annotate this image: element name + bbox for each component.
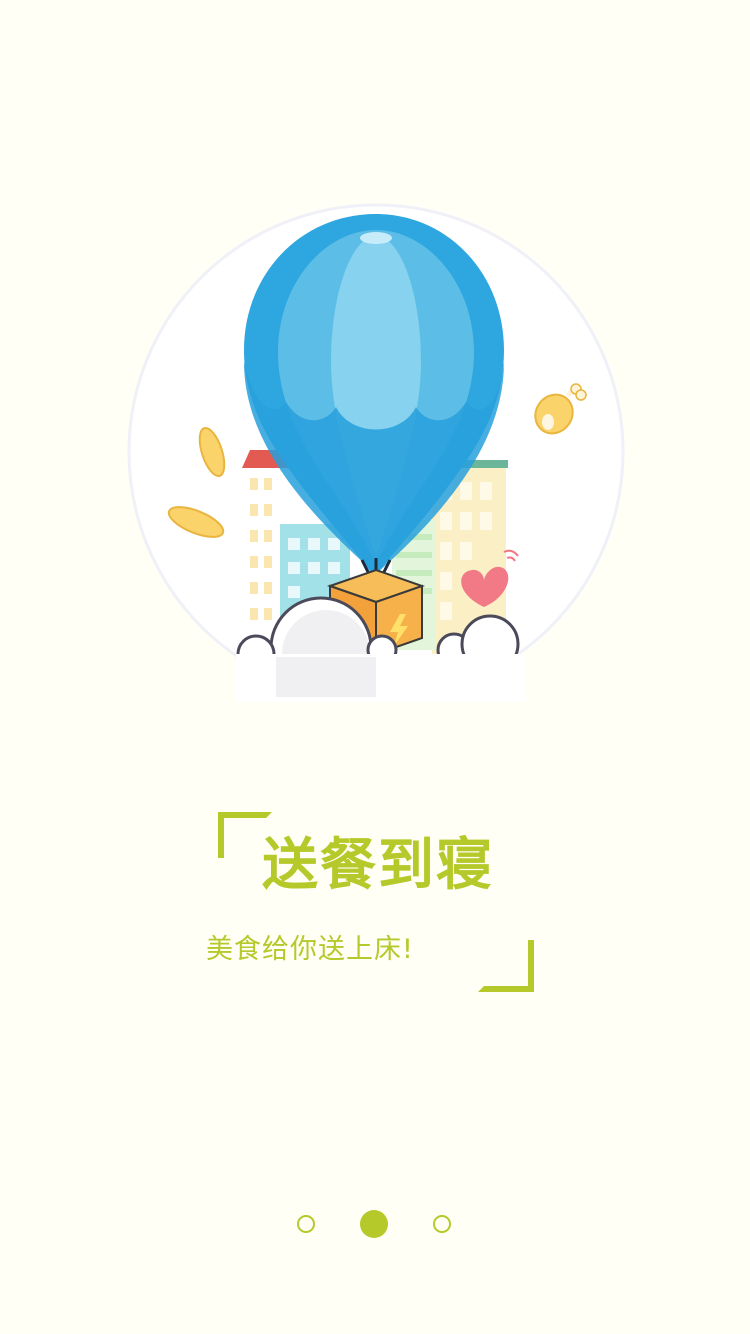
page-subtitle: 美食给你送上床! [206, 934, 414, 965]
page-indicator [0, 1210, 750, 1240]
page-dot-2-active[interactable] [360, 1210, 388, 1238]
page-dot-3[interactable] [433, 1215, 451, 1233]
page-dot-1[interactable] [297, 1215, 315, 1233]
corner-bracket-bottom-right [478, 940, 534, 992]
onboarding-illustration [126, 202, 626, 702]
onboarding-text: 送餐到寝 美食给你送上床! [0, 800, 750, 1000]
page-title: 送餐到寝 [262, 832, 494, 898]
hot-air-balloon-delivery-icon [127, 203, 625, 702]
